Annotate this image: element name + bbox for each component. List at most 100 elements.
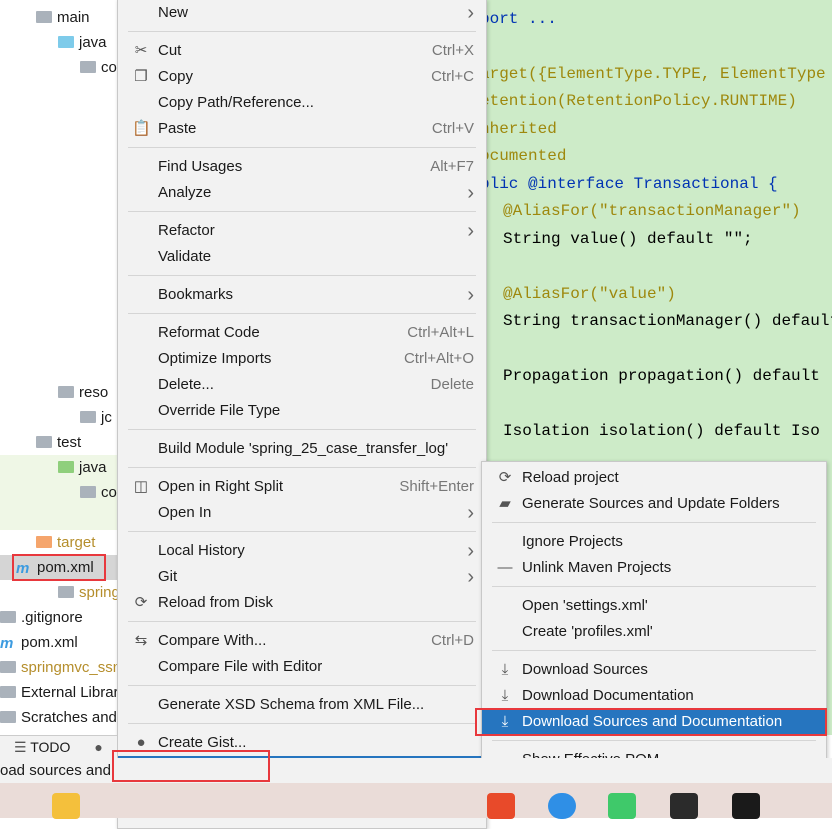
tree-item[interactable]: jc xyxy=(80,405,112,430)
menu-item-unlink-maven-projects[interactable]: — Unlink Maven Projects xyxy=(482,555,826,581)
taskbar xyxy=(0,783,832,819)
menu-item-label: Ignore Projects xyxy=(522,533,623,550)
status-text: oad sources and xyxy=(0,762,111,779)
code-line: String value() default ""; xyxy=(503,230,753,248)
paste-icon: 📋 xyxy=(132,120,151,137)
menu-item-compare-file-with-editor[interactable]: Compare File with Editor xyxy=(118,654,486,680)
tree-item-label: co xyxy=(101,59,117,76)
menu-separator xyxy=(118,718,486,730)
tree-item[interactable]: main xyxy=(36,5,90,30)
todo-tool-tab[interactable]: ☰ TODO ● xyxy=(0,735,117,758)
menu-item-label: Paste xyxy=(158,120,197,137)
menu-item-copy[interactable]: ❐ Copy Ctrl+C xyxy=(118,64,486,90)
menu-item-label: Validate xyxy=(158,248,212,265)
menu-item-ignore-projects[interactable]: Ignore Projects xyxy=(482,529,826,555)
chevron-right-icon: › xyxy=(467,220,474,242)
tree-item[interactable]: co xyxy=(80,480,117,505)
tree-item[interactable]: m pom.xml xyxy=(0,630,78,655)
folder-icon xyxy=(80,411,96,423)
tree-item[interactable]: reso xyxy=(58,380,108,405)
tree-item[interactable]: spring_25_ xyxy=(58,580,117,605)
menu-item-label: Delete... xyxy=(158,376,214,393)
tree-item[interactable]: .gitignore xyxy=(0,605,83,630)
project-tree: main java co reso jc test java co target m pom.xml… xyxy=(0,0,117,735)
menu-item-optimize-imports[interactable]: Optimize Imports Ctrl+Alt+O xyxy=(118,346,486,372)
menu-item-reload-from-disk[interactable]: ⟳ Reload from Disk xyxy=(118,590,486,616)
menu-item-generate-xsd-schema-from-xml-file[interactable]: Generate XSD Schema from XML File... xyxy=(118,692,486,718)
scissors-icon: ✂ xyxy=(134,42,148,59)
menu-item-new[interactable]: New › xyxy=(118,0,486,26)
menu-item-label: Open In xyxy=(158,504,212,521)
menu-item-validate[interactable]: Validate xyxy=(118,244,486,270)
tree-item[interactable]: springmvc_ssm xyxy=(0,655,117,680)
list-icon: ☰ xyxy=(14,739,31,755)
menu-separator xyxy=(118,142,486,154)
folder-gear-icon: ▰ xyxy=(499,495,511,512)
menu-item-label: Git xyxy=(158,568,178,585)
menu-item-label: Create 'profiles.xml' xyxy=(522,623,653,640)
menu-item-open-in[interactable]: Open In › xyxy=(118,500,486,526)
shortcut-label: Ctrl+Alt+L xyxy=(407,324,474,341)
highlight-box-pom xyxy=(12,554,106,581)
menu-item-reload-project[interactable]: ⟳ Reload project xyxy=(482,465,826,491)
menu-item-compare-with[interactable]: ⇆ Compare With... Ctrl+D xyxy=(118,628,486,654)
folder-icon xyxy=(58,36,74,48)
tree-item[interactable]: java xyxy=(58,30,107,55)
copy-icon: ❐ xyxy=(134,68,148,85)
menu-item-reformat-code[interactable]: Reformat Code Ctrl+Alt+L xyxy=(118,320,486,346)
menu-item-refactor[interactable]: Refactor › xyxy=(118,218,486,244)
menu-item-create-profiles-xml[interactable]: Create 'profiles.xml' xyxy=(482,619,826,645)
menu-item-label: Compare With... xyxy=(158,632,267,649)
xmind-app-icon[interactable] xyxy=(487,793,515,819)
datagrip-app-icon[interactable] xyxy=(670,793,698,819)
menu-separator xyxy=(118,462,486,474)
video-app-icon[interactable] xyxy=(608,793,636,819)
menu-item-open-in-right-split[interactable]: ◫ Open in Right Split Shift+Enter xyxy=(118,474,486,500)
folder-app-icon[interactable] xyxy=(52,793,80,819)
intellij-app-icon[interactable] xyxy=(732,793,760,819)
menu-item-label: Generate XSD Schema from XML File... xyxy=(158,696,425,713)
menu-item-bookmarks[interactable]: Bookmarks › xyxy=(118,282,486,308)
folder-icon xyxy=(0,611,16,623)
tree-item-label: springmvc_ssm xyxy=(21,659,117,676)
menu-item-delete[interactable]: Delete... Delete xyxy=(118,372,486,398)
tree-item-label: co xyxy=(101,484,117,501)
tree-item[interactable]: Scratches and Consoles xyxy=(0,705,117,730)
menu-separator xyxy=(482,645,826,657)
minus-icon: — xyxy=(497,559,513,576)
folder-icon xyxy=(58,586,74,598)
code-line: String transactionManager() default xyxy=(503,312,832,330)
maven-file-icon: m xyxy=(0,635,14,652)
menu-item-download-sources[interactable]: ⤓ Download Sources xyxy=(482,657,826,683)
menu-item-override-file-type[interactable]: Override File Type xyxy=(118,398,486,424)
thunder-app-icon[interactable] xyxy=(548,793,576,819)
menu-item-label: Override File Type xyxy=(158,402,281,419)
tree-item[interactable]: target xyxy=(36,530,95,555)
tree-item[interactable]: External Libraries xyxy=(0,680,117,705)
shortcut-label: Alt+F7 xyxy=(430,158,474,175)
highlight-box-maven xyxy=(112,750,270,782)
menu-item-build-module-spring-25-case-transfer-log[interactable]: Build Module 'spring_25_case_transfer_lo… xyxy=(118,436,486,462)
tree-item-label: target xyxy=(57,534,96,551)
menu-item-download-documentation[interactable]: ⤓ Download Documentation xyxy=(482,683,826,709)
code-line: arget({ElementType.TYPE, ElementType xyxy=(486,65,826,83)
menu-item-label: Cut xyxy=(158,42,182,59)
folder-icon xyxy=(0,661,16,673)
chevron-right-icon: › xyxy=(467,284,474,306)
tree-item[interactable]: test xyxy=(36,430,81,455)
shortcut-label: Ctrl+X xyxy=(431,42,474,59)
menu-item-open-settings-xml[interactable]: Open 'settings.xml' xyxy=(482,593,826,619)
menu-item-git[interactable]: Git › xyxy=(118,564,486,590)
menu-item-analyze[interactable]: Analyze › xyxy=(118,180,486,206)
menu-item-cut[interactable]: ✂ Cut Ctrl+X xyxy=(118,38,486,64)
tree-item[interactable]: java xyxy=(58,455,107,480)
reload-icon: ⟳ xyxy=(134,594,148,611)
menu-item-find-usages[interactable]: Find Usages Alt+F7 xyxy=(118,154,486,180)
tree-item[interactable]: co xyxy=(80,55,117,80)
menu-item-copy-path-reference[interactable]: Copy Path/Reference... xyxy=(118,90,486,116)
menu-item-local-history[interactable]: Local History › xyxy=(118,538,486,564)
menu-item-paste[interactable]: 📋 Paste Ctrl+V xyxy=(118,116,486,142)
folder-icon xyxy=(80,61,96,73)
menu-item-label: Download Sources xyxy=(522,661,648,678)
menu-item-generate-sources-and-update-folders[interactable]: ▰ Generate Sources and Update Folders xyxy=(482,491,826,517)
